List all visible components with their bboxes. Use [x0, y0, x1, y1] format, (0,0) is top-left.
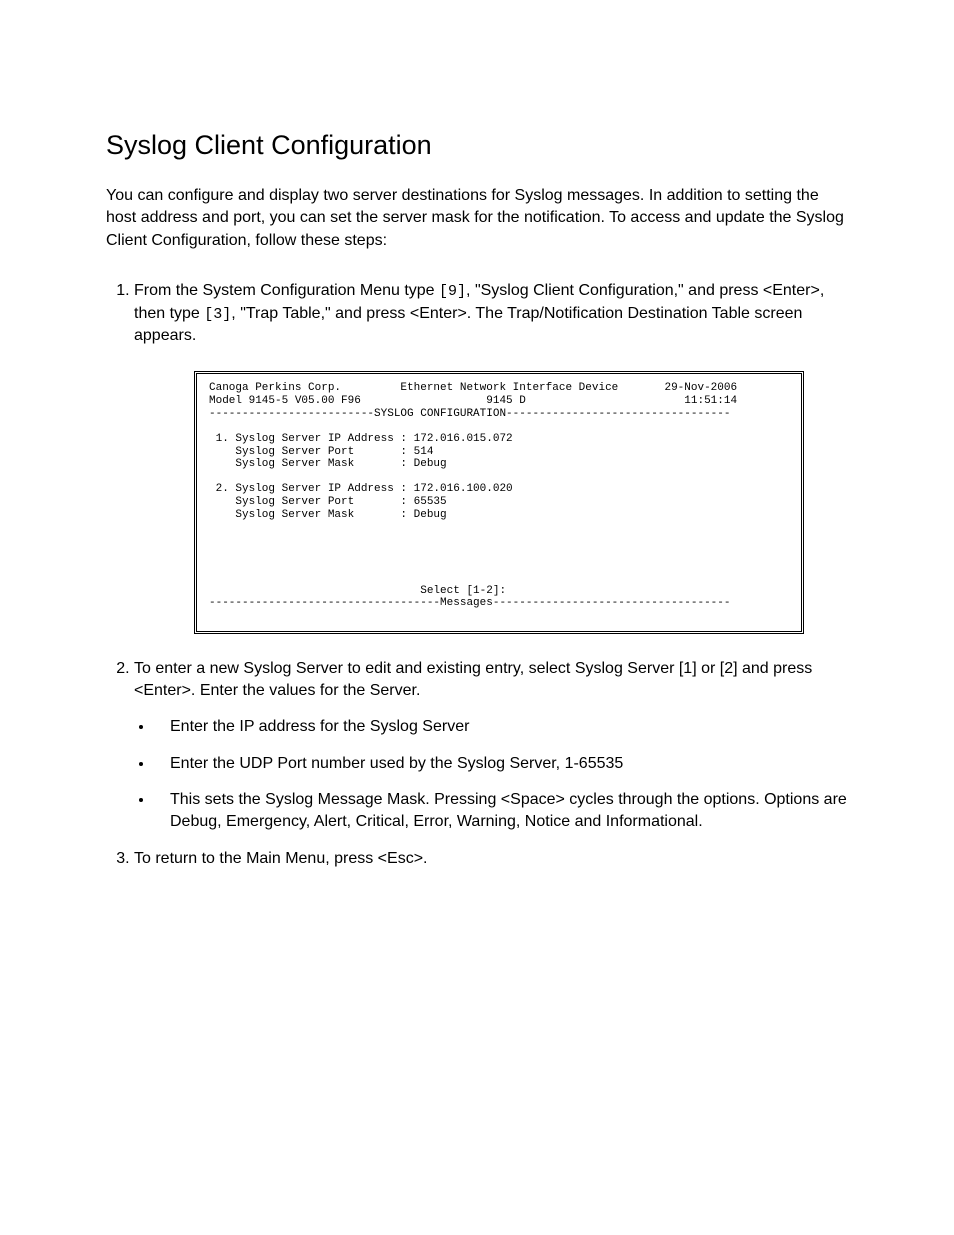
- step-2: To enter a new Syslog Server to edit and…: [134, 658, 848, 834]
- terminal-line: Canoga Perkins Corp. Ethernet Network In…: [209, 382, 737, 394]
- page-title: Syslog Client Configuration: [106, 130, 848, 161]
- terminal-line: Syslog Server Port : 65535: [209, 496, 447, 508]
- step-1: From the System Configuration Menu type …: [134, 280, 848, 633]
- step-1-text-c: , "Trap Table," and press <Enter>. The T…: [134, 305, 802, 344]
- terminal-line: Syslog Server Mask : Debug: [209, 458, 447, 470]
- steps-list: From the System Configuration Menu type …: [106, 280, 848, 870]
- step-1-code-1: [9]: [439, 283, 466, 300]
- page-content: Syslog Client Configuration You can conf…: [0, 0, 954, 944]
- terminal-prompt: Select [1-2]:: [209, 585, 506, 597]
- step-2-bullets: Enter the IP address for the Syslog Serv…: [134, 716, 848, 834]
- terminal-line: 2. Syslog Server IP Address : 172.016.10…: [209, 483, 513, 495]
- step-3: To return to the Main Menu, press <Esc>.: [134, 848, 848, 870]
- terminal-messages-divider: -----------------------------------Messa…: [209, 597, 731, 609]
- step-1-code-2: [3]: [204, 306, 231, 323]
- intro-paragraph: You can configure and display two server…: [106, 185, 848, 252]
- bullet-port-text: Enter the UDP Port number used by the Sy…: [170, 753, 848, 775]
- step-2-text: To enter a new Syslog Server to edit and…: [134, 660, 812, 699]
- bullet-mask: This sets the Syslog Message Mask. Press…: [154, 789, 848, 834]
- bullet-ip: Enter the IP address for the Syslog Serv…: [154, 716, 848, 738]
- bullet-mask-text: This sets the Syslog Message Mask. Press…: [170, 789, 848, 834]
- terminal-line: Syslog Server Mask : Debug: [209, 509, 447, 521]
- terminal-line: Syslog Server Port : 514: [209, 446, 433, 458]
- step-1-text-a: From the System Configuration Menu type: [134, 282, 439, 299]
- bullet-port: Enter the UDP Port number used by the Sy…: [154, 753, 848, 775]
- terminal-screen: Canoga Perkins Corp. Ethernet Network In…: [194, 371, 804, 633]
- terminal-line: 1. Syslog Server IP Address : 172.016.01…: [209, 433, 513, 445]
- terminal-line: -------------------------SYSLOG CONFIGUR…: [209, 408, 731, 420]
- bullet-ip-text: Enter the IP address for the Syslog Serv…: [170, 716, 848, 738]
- terminal-line: Model 9145-5 V05.00 F96 9145 D 11:51:14: [209, 395, 737, 407]
- step-3-text: To return to the Main Menu, press <Esc>.: [134, 850, 427, 867]
